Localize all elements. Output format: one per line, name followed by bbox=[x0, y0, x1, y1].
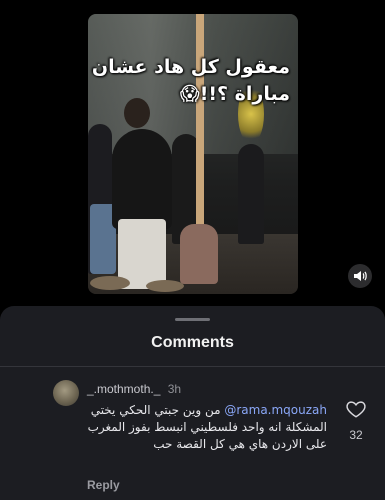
comments-sheet: Comments _.mothmoth._ 3h @rama.mqouzah م… bbox=[0, 306, 385, 500]
video-person bbox=[238, 144, 264, 244]
video-scene-pole bbox=[196, 14, 204, 244]
sheet-title: Comments bbox=[151, 334, 234, 351]
heart-icon[interactable] bbox=[345, 398, 367, 420]
divider bbox=[0, 366, 385, 367]
comment-username[interactable]: _.mothmoth._ bbox=[87, 382, 160, 396]
video-caption: معقول كل هاد عشان مباراة ؟!!😱 bbox=[91, 56, 290, 105]
comment-time: 3h bbox=[167, 382, 182, 396]
reply-button[interactable]: Reply bbox=[87, 478, 120, 492]
sheet-drag-handle[interactable] bbox=[175, 318, 210, 321]
comment-header: _.mothmoth._ 3h bbox=[87, 382, 181, 396]
sound-toggle-button[interactable] bbox=[348, 264, 372, 288]
speaker-icon bbox=[354, 271, 367, 281]
video-person bbox=[112, 129, 172, 229]
video-scene-table bbox=[90, 276, 130, 290]
comment-mention[interactable]: @rama.mqouzah bbox=[224, 403, 327, 417]
video-player[interactable]: معقول كل هاد عشان مباراة ؟!!😱 bbox=[88, 14, 298, 294]
comment-text: @rama.mqouzah من وين جبتي الحكي يختي الم… bbox=[87, 402, 327, 453]
video-scene-chair bbox=[180, 224, 218, 284]
like-count: 32 bbox=[349, 428, 363, 442]
avatar[interactable] bbox=[53, 380, 79, 406]
video-scene-table bbox=[146, 280, 184, 292]
